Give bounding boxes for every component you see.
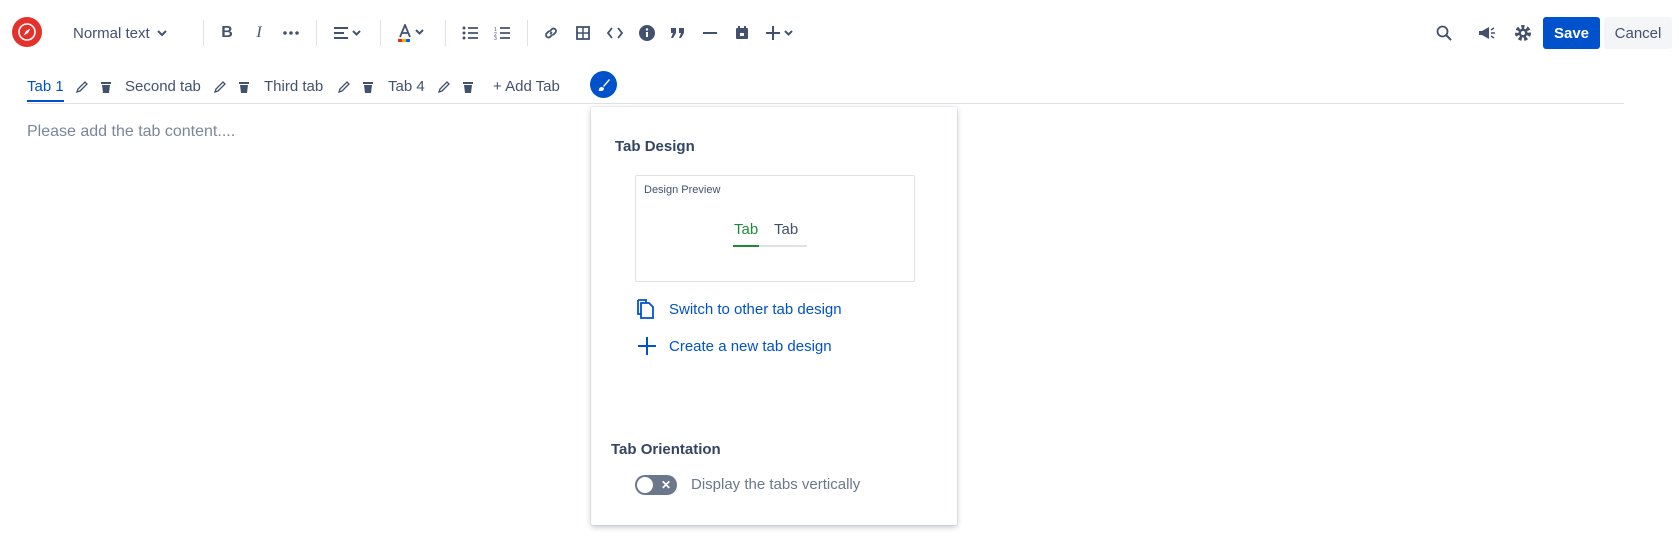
delete-icon[interactable]	[237, 80, 251, 94]
table-icon[interactable]	[573, 18, 593, 48]
edit-icon[interactable]	[337, 80, 351, 94]
vertical-tabs-toggle[interactable]: ✕	[635, 475, 677, 495]
preview-underline	[759, 245, 807, 247]
vertical-tabs-label: Display the tabs vertically	[691, 476, 861, 493]
switch-design-link[interactable]: Switch to other tab design	[637, 299, 842, 319]
insert-icon[interactable]	[765, 18, 797, 48]
create-design-label: Create a new tab design	[669, 337, 832, 355]
info-icon[interactable]	[637, 18, 657, 48]
bold-icon[interactable]: B	[217, 18, 237, 48]
tab-third[interactable]: Third tab	[264, 78, 323, 95]
delete-icon[interactable]	[361, 80, 375, 94]
feedback-icon[interactable]	[1476, 18, 1498, 48]
create-design-link[interactable]: Create a new tab design	[637, 336, 832, 356]
bullet-list-icon[interactable]	[460, 18, 480, 48]
plus-icon	[638, 337, 656, 355]
tab-design-popup: Tab Design Design Preview Tab Tab Switch…	[591, 107, 957, 525]
delete-icon[interactable]	[99, 80, 113, 94]
design-preview-label: Design Preview	[644, 184, 721, 196]
text-style-label: Normal text	[73, 24, 150, 42]
italic-icon[interactable]: I	[249, 18, 269, 48]
tab-strip: Tab 1 Second tab Third tab Tab 4 + Add T…	[27, 71, 1624, 104]
settings-icon[interactable]	[1513, 18, 1533, 48]
tab-second[interactable]: Second tab	[125, 78, 201, 95]
tab-design-title: Tab Design	[615, 138, 695, 155]
text-style-dropdown[interactable]: Normal text	[73, 18, 177, 48]
toolbar-divider	[203, 20, 204, 46]
numbered-list-icon[interactable]: 123	[492, 18, 512, 48]
toolbar-divider	[527, 20, 528, 46]
app-logo-icon[interactable]	[12, 17, 42, 47]
divider-icon[interactable]	[700, 18, 720, 48]
tab-orientation-title: Tab Orientation	[611, 441, 721, 458]
tab-design-button[interactable]	[590, 71, 617, 98]
search-icon[interactable]	[1434, 18, 1454, 48]
edit-icon[interactable]	[437, 80, 451, 94]
toolbar-divider	[445, 20, 446, 46]
copy-icon	[637, 299, 654, 319]
text-color-icon[interactable]	[396, 18, 428, 48]
more-formatting-icon[interactable]	[280, 18, 302, 48]
preview-active-underline	[733, 245, 759, 247]
cancel-button[interactable]: Cancel	[1604, 17, 1672, 49]
toolbar-divider	[380, 20, 381, 46]
svg-text:3: 3	[494, 36, 497, 40]
design-preview: Design Preview Tab Tab	[635, 175, 915, 282]
code-icon[interactable]	[604, 18, 626, 48]
link-icon[interactable]	[541, 18, 561, 48]
tab-content-placeholder[interactable]: Please add the tab content....	[27, 123, 235, 141]
chevron-down-icon	[156, 30, 167, 37]
toggle-knob	[637, 477, 653, 493]
tab-1[interactable]: Tab 1	[27, 78, 64, 102]
quote-icon[interactable]	[668, 18, 688, 48]
align-icon[interactable]	[332, 18, 364, 48]
tab-4[interactable]: Tab 4	[388, 78, 425, 95]
edit-icon[interactable]	[75, 80, 89, 94]
preview-tab-active: Tab	[734, 221, 759, 238]
toolbar-divider	[316, 20, 317, 46]
switch-design-label: Switch to other tab design	[669, 300, 842, 318]
delete-icon[interactable]	[461, 80, 475, 94]
save-button[interactable]: Save	[1543, 17, 1600, 49]
editor-toolbar: Normal text B I 123 Save Cancel	[0, 0, 1679, 66]
add-tab-button[interactable]: + Add Tab	[493, 78, 560, 95]
date-icon[interactable]	[732, 18, 752, 48]
preview-tab: Tab	[774, 221, 799, 238]
edit-icon[interactable]	[213, 80, 227, 94]
close-icon: ✕	[661, 478, 672, 492]
paintbrush-icon	[597, 78, 610, 91]
